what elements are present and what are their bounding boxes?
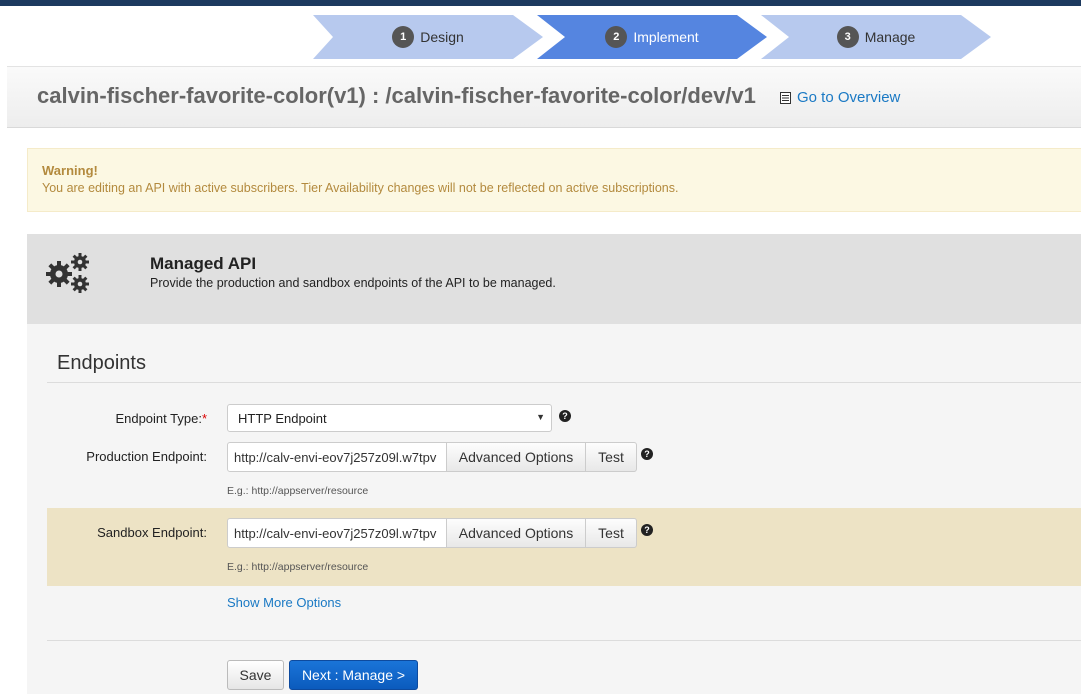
production-endpoint-input[interactable]: http://calv-envi-eov7j257z09l.w7tpv bbox=[227, 442, 447, 472]
step-label: Manage bbox=[864, 29, 916, 45]
sandbox-endpoint-label: Sandbox Endpoint: bbox=[97, 525, 207, 540]
production-endpoint-label: Production Endpoint: bbox=[86, 449, 207, 464]
wizard-step-design[interactable]: 1 Design bbox=[313, 15, 543, 59]
help-icon[interactable]: ? bbox=[641, 448, 653, 460]
production-test-button[interactable]: Test bbox=[585, 442, 637, 472]
show-more-options-link[interactable]: Show More Options bbox=[227, 595, 341, 610]
sandbox-test-button[interactable]: Test bbox=[585, 518, 637, 548]
endpoint-type-label: Endpoint Type:* bbox=[115, 411, 207, 426]
overview-label: Go to Overview bbox=[797, 89, 901, 106]
divider bbox=[47, 640, 1081, 641]
divider bbox=[47, 382, 1081, 383]
dropdown-caret-icon: ▼ bbox=[536, 412, 545, 422]
step-number: 2 bbox=[605, 26, 628, 48]
step-label: Design bbox=[420, 29, 464, 45]
endpoint-type-select[interactable]: HTTP Endpoint ▼ bbox=[227, 404, 552, 432]
title-bar: calvin-fischer-favorite-color(v1) : /cal… bbox=[7, 66, 1081, 128]
gears-icon bbox=[46, 253, 89, 293]
go-to-overview-link[interactable]: Go to Overview bbox=[780, 89, 900, 106]
production-example-hint: E.g.: http://appserver/resource bbox=[227, 485, 369, 497]
sandbox-example-hint: E.g.: http://appserver/resource bbox=[227, 561, 369, 573]
list-icon bbox=[780, 91, 791, 104]
managed-api-header: Managed API Provide the production and s… bbox=[27, 234, 1081, 324]
section-title: Endpoints bbox=[57, 352, 146, 374]
help-icon[interactable]: ? bbox=[559, 410, 571, 422]
managed-api-description: Provide the production and sandbox endpo… bbox=[150, 276, 556, 290]
next-manage-button[interactable]: Next : Manage > bbox=[289, 660, 418, 690]
warning-alert: Warning! You are editing an API with act… bbox=[27, 148, 1081, 212]
top-bar bbox=[0, 0, 1081, 6]
warning-title: Warning! bbox=[42, 163, 98, 178]
managed-api-title: Managed API bbox=[150, 254, 257, 273]
wizard-steps: 1 Design 2 Implement 3 Manage bbox=[313, 15, 1003, 59]
endpoint-type-label-text: Endpoint Type: bbox=[115, 411, 202, 426]
wizard-step-manage[interactable]: 3 Manage bbox=[761, 15, 991, 59]
step-number: 1 bbox=[392, 26, 415, 48]
production-advanced-options-button[interactable]: Advanced Options bbox=[446, 442, 586, 472]
required-mark: * bbox=[201, 411, 207, 426]
warning-message: You are editing an API with active subsc… bbox=[42, 181, 679, 195]
save-button[interactable]: Save bbox=[227, 660, 284, 690]
sandbox-advanced-options-button[interactable]: Advanced Options bbox=[446, 518, 586, 548]
wizard-step-implement[interactable]: 2 Implement bbox=[537, 15, 767, 59]
page-title: calvin-fischer-favorite-color(v1) : /cal… bbox=[37, 83, 756, 108]
endpoint-type-value: HTTP Endpoint bbox=[238, 411, 327, 426]
sandbox-endpoint-input[interactable]: http://calv-envi-eov7j257z09l.w7tpv bbox=[227, 518, 447, 548]
endpoints-panel: Endpoints Endpoint Type:* HTTP Endpoint … bbox=[27, 324, 1081, 694]
step-number: 3 bbox=[836, 26, 859, 48]
step-label: Implement bbox=[633, 29, 699, 45]
help-icon[interactable]: ? bbox=[641, 524, 653, 536]
